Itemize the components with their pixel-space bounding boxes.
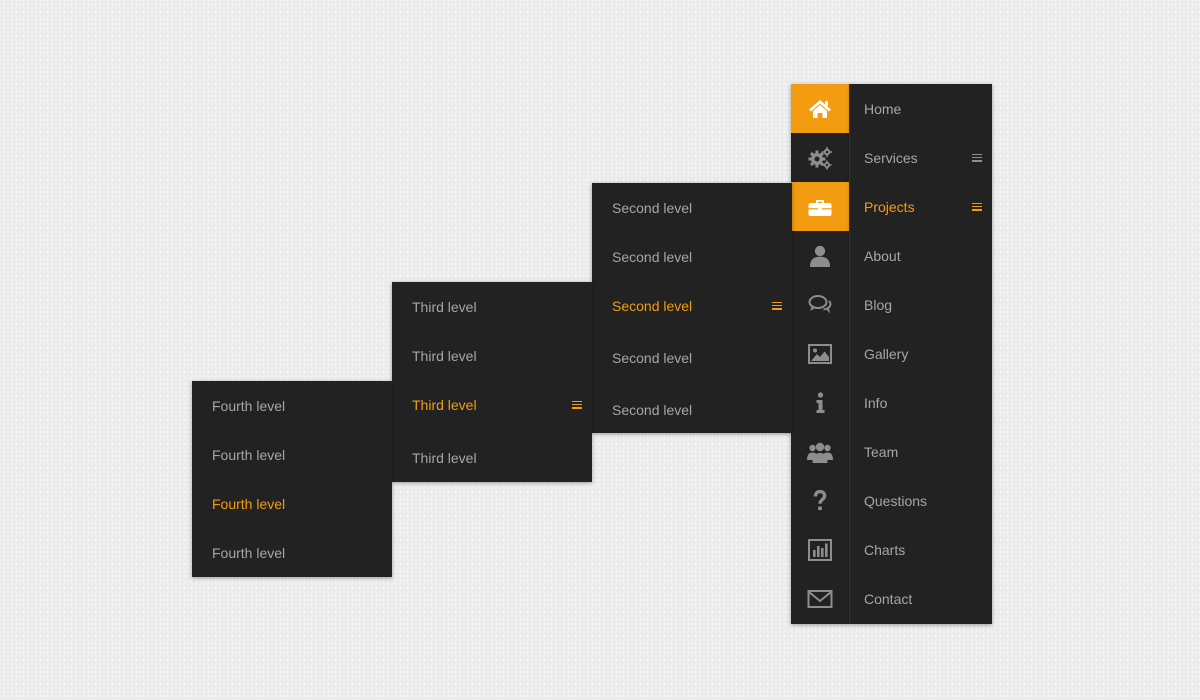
second-level-submenu: Second level Second level Second level S… [592,183,792,433]
hamburger-icon [972,202,982,211]
menu-item-label: Third level [412,449,477,466]
menu-item-label: Third level [412,396,477,413]
info-icon [816,391,825,413]
third-level-item-active[interactable]: Third level [392,380,592,429]
main-menu-icon-column [791,84,850,624]
menu-item-label: Charts [864,541,906,558]
menu-item-label: Second level [612,401,693,418]
second-level-item[interactable]: Second level [592,232,792,281]
main-menu-item-projects[interactable]: Projects [850,182,992,231]
icon-cell-info[interactable] [791,378,849,427]
menu-item-label: Blog [864,296,893,313]
icon-cell-home[interactable] [791,84,849,133]
menu-item-label: Second level [612,349,693,366]
gears-icon [808,146,832,169]
menu-item-label: Third level [412,298,477,315]
icon-cell-contact[interactable] [791,574,849,623]
home-icon [809,99,831,118]
icon-cell-about[interactable] [791,231,849,280]
main-menu-item-questions[interactable]: Questions [850,476,992,525]
user-icon [810,245,830,267]
main-menu-item-charts[interactable]: Charts [850,525,992,574]
chat-bubbles-icon [808,294,832,313]
fourth-level-submenu: Fourth level Fourth level Fourth level F… [192,381,392,577]
second-level-item[interactable]: Second level [592,382,792,434]
main-menu-item-about[interactable]: About [850,231,992,280]
menu-item-label: Fourth level [212,446,286,463]
envelope-icon [807,589,833,608]
fourth-level-item[interactable]: Fourth level [192,430,392,479]
main-menu-item-gallery[interactable]: Gallery [850,329,992,378]
menu-item-label: Contact [864,590,913,607]
third-level-item[interactable]: Third level [392,331,592,380]
menu-item-label: Second level [612,297,693,314]
main-menu-item-contact[interactable]: Contact [850,574,992,623]
menu-item-label: Second level [612,199,693,216]
menu-item-label: Fourth level [212,544,286,561]
icon-cell-gallery[interactable] [791,329,849,378]
hamburger-icon [772,301,782,310]
menu-item-label: Second level [612,248,693,265]
second-level-item-active[interactable]: Second level [592,281,792,330]
third-level-item[interactable]: Third level [392,429,592,482]
menu-item-label: Home [864,100,902,117]
third-level-item[interactable]: Third level [392,282,592,331]
icon-cell-services[interactable] [791,133,849,182]
main-menu: Home Services Projects About Blog Galler… [850,84,992,624]
menu-item-label: Services [864,149,918,166]
icon-cell-questions[interactable] [791,476,849,525]
menu-item-label: Team [864,443,899,460]
fourth-level-item-active[interactable]: Fourth level [192,479,392,528]
third-level-submenu: Third level Third level Third level Thir… [392,282,592,482]
icon-cell-blog[interactable] [791,280,849,329]
menu-item-label: About [864,247,901,264]
hamburger-icon [572,400,582,409]
main-menu-item-team[interactable]: Team [850,427,992,476]
bar-chart-icon [808,538,832,561]
menu-item-label: Third level [412,347,477,364]
icon-cell-team[interactable] [791,427,849,476]
main-menu-item-blog[interactable]: Blog [850,280,992,329]
main-menu-item-services[interactable]: Services [850,133,992,182]
team-icon [807,442,833,463]
second-level-item[interactable]: Second level [592,183,792,232]
main-menu-item-info[interactable]: Info [850,378,992,427]
fourth-level-item[interactable]: Fourth level [192,528,392,577]
menu-item-label: Fourth level [212,397,286,414]
menu-item-label: Gallery [864,345,909,362]
menu-item-label: Questions [864,492,928,509]
menu-item-label: Info [864,394,888,411]
picture-icon [808,343,832,364]
fourth-level-item[interactable]: Fourth level [192,381,392,430]
icon-cell-charts[interactable] [791,525,849,574]
main-menu-item-home[interactable]: Home [850,84,992,133]
hamburger-icon [972,153,982,162]
briefcase-icon [808,199,832,216]
question-icon [813,489,827,510]
second-level-item[interactable]: Second level [592,330,792,382]
menu-item-label: Fourth level [212,495,286,512]
menu-item-label: Projects [864,198,915,215]
icon-cell-projects[interactable] [791,182,849,231]
